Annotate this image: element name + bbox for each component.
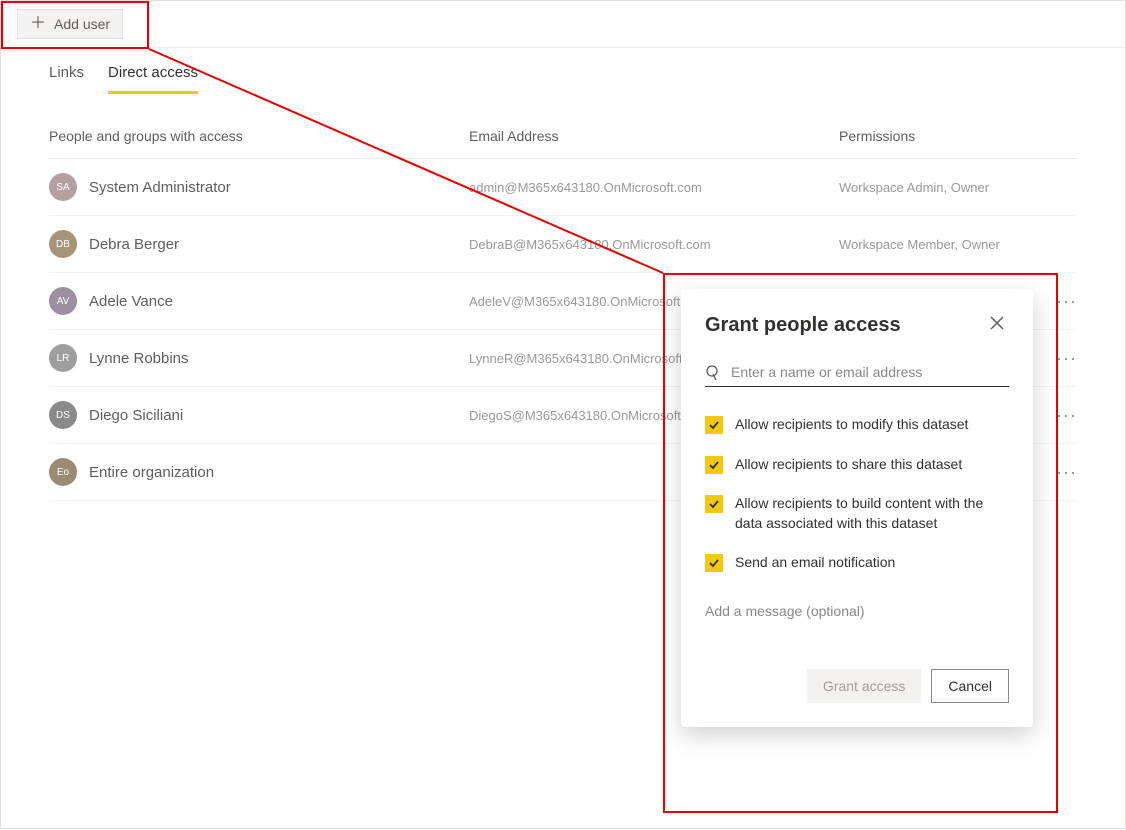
avatar: LR xyxy=(49,344,77,372)
more-icon[interactable]: ··· xyxy=(1056,348,1077,368)
checkbox-row: Allow recipients to modify this dataset xyxy=(705,415,1009,435)
close-icon xyxy=(989,315,1005,335)
person-name: Diego Siciliani xyxy=(89,407,183,424)
search-icon xyxy=(705,364,721,380)
person-name: Entire organization xyxy=(89,464,214,481)
tabs: Links Direct access xyxy=(1,48,1125,94)
avatar: AV xyxy=(49,287,77,315)
header-permissions: Permissions xyxy=(839,128,1037,144)
checkbox-label: Send an email notification xyxy=(735,553,895,573)
person-name: System Administrator xyxy=(89,179,231,196)
cell-name: SA System Administrator xyxy=(49,173,469,201)
cell-name: AV Adele Vance xyxy=(49,287,469,315)
grant-access-dialog: Grant people access Allow recipients to … xyxy=(681,289,1033,727)
checkbox[interactable] xyxy=(705,554,723,572)
more-icon[interactable]: ··· xyxy=(1056,462,1077,482)
person-name: Adele Vance xyxy=(89,293,173,310)
header-email: Email Address xyxy=(469,128,839,144)
cell-actions: ··· xyxy=(1037,348,1077,369)
checkbox-label: Allow recipients to modify this dataset xyxy=(735,415,968,435)
add-user-button[interactable]: ＋ Add user xyxy=(17,9,123,39)
cell-email: admin@M365x643180.OnMicrosoft.com xyxy=(469,180,839,195)
recipient-search-row xyxy=(705,364,1009,387)
checkbox[interactable] xyxy=(705,416,723,434)
checkbox-label: Allow recipients to build content with t… xyxy=(735,494,1009,533)
dialog-footer: Grant access Cancel xyxy=(705,669,1009,703)
cancel-button[interactable]: Cancel xyxy=(931,669,1009,703)
cell-permissions: Workspace Admin, Owner xyxy=(839,180,1037,195)
close-button[interactable] xyxy=(985,311,1009,340)
avatar: SA xyxy=(49,173,77,201)
avatar: Eo xyxy=(49,458,77,486)
dialog-header: Grant people access xyxy=(705,311,1009,340)
tab-direct-access[interactable]: Direct access xyxy=(108,64,198,94)
add-user-label: Add user xyxy=(54,16,110,32)
header-name: People and groups with access xyxy=(49,128,469,144)
checkbox[interactable] xyxy=(705,495,723,513)
tab-links[interactable]: Links xyxy=(49,64,84,94)
table-row: SA System Administrator admin@M365x643180.… xyxy=(49,159,1077,216)
cell-name: Eo Entire organization xyxy=(49,458,469,486)
checkbox-row: Allow recipients to share this dataset xyxy=(705,455,1009,475)
cell-name: DS Diego Siciliani xyxy=(49,401,469,429)
cell-name: DB Debra Berger xyxy=(49,230,469,258)
cell-actions: ··· xyxy=(1037,291,1077,312)
checkbox-row: Send an email notification xyxy=(705,553,1009,573)
grant-access-button[interactable]: Grant access xyxy=(807,669,921,703)
header-actions xyxy=(1037,128,1077,144)
avatar: DB xyxy=(49,230,77,258)
more-icon[interactable]: ··· xyxy=(1056,291,1077,311)
more-icon[interactable]: ··· xyxy=(1056,405,1077,425)
checkbox-row: Allow recipients to build content with t… xyxy=(705,494,1009,533)
table-header-row: People and groups with access Email Addr… xyxy=(49,114,1077,159)
cell-permissions: Workspace Member, Owner xyxy=(839,237,1037,252)
message-input[interactable]: Add a message (optional) xyxy=(705,601,1009,621)
cell-name: LR Lynne Robbins xyxy=(49,344,469,372)
checkbox[interactable] xyxy=(705,456,723,474)
permission-checkboxes: Allow recipients to modify this dataset A… xyxy=(705,415,1009,573)
toolbar: ＋ Add user xyxy=(1,1,1125,48)
table-row: DB Debra Berger DebraB@M365x643180.OnMicro… xyxy=(49,216,1077,273)
person-name: Debra Berger xyxy=(89,236,179,253)
cell-email: DebraB@M365x643180.OnMicrosoft.com xyxy=(469,237,839,252)
cell-actions: ··· xyxy=(1037,405,1077,426)
checkbox-label: Allow recipients to share this dataset xyxy=(735,455,962,475)
avatar: DS xyxy=(49,401,77,429)
cell-actions: ··· xyxy=(1037,462,1077,483)
plus-icon: ＋ xyxy=(30,16,46,32)
person-name: Lynne Robbins xyxy=(89,350,189,367)
recipient-search-input[interactable] xyxy=(731,364,1009,380)
dialog-title: Grant people access xyxy=(705,314,901,337)
